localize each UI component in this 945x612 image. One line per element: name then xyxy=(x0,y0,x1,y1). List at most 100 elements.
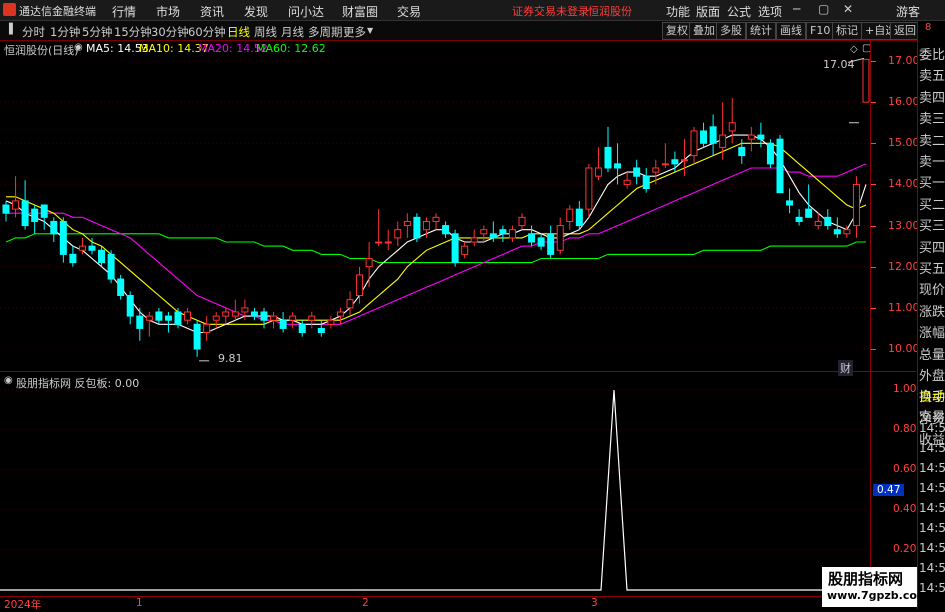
price-tick-label: 15.00 xyxy=(888,136,920,150)
huaxian-button[interactable]: 画线 xyxy=(776,22,806,40)
period-5min[interactable]: 5分钟 xyxy=(82,24,112,40)
biaoji-button[interactable]: 标记 xyxy=(832,22,862,40)
menu-faxian[interactable]: 发现 xyxy=(244,3,268,20)
candle-body xyxy=(40,204,48,218)
candle-body xyxy=(78,245,86,251)
settings-diamond-icon[interactable]: ◇ xyxy=(850,44,858,55)
menu-zixun[interactable]: 资讯 xyxy=(200,3,224,20)
candle-body xyxy=(50,220,58,235)
candle-body xyxy=(442,225,450,235)
menu-gongshi[interactable]: 公式 xyxy=(727,3,751,20)
candle-body xyxy=(174,311,182,325)
tdx-logo-icon xyxy=(3,3,16,16)
quote-field-label: 卖二 xyxy=(919,133,945,149)
candle-body xyxy=(394,229,402,239)
minimize-icon[interactable]: ─ xyxy=(793,2,800,16)
tick-time: 14:56 xyxy=(919,561,945,575)
price-tick-label: 17.00 xyxy=(888,54,920,67)
menu-wenxiaoda[interactable]: 问小达 xyxy=(288,3,324,20)
pane-divider xyxy=(0,371,916,372)
period-60min[interactable]: 60分钟 xyxy=(188,24,226,40)
candle-body xyxy=(317,327,325,334)
menu-hangqing[interactable]: 行情 xyxy=(112,3,136,20)
candle-body xyxy=(31,208,39,222)
period-multi[interactable]: 多周期 xyxy=(308,24,343,40)
candle-body xyxy=(308,315,316,321)
quote-field-label: 买一 xyxy=(919,176,945,192)
menu-jiaoyi[interactable]: 交易 xyxy=(397,3,421,20)
period-day[interactable]: 日线 xyxy=(227,24,250,40)
candle-body xyxy=(814,220,822,227)
candle-body xyxy=(480,229,488,235)
back-button[interactable]: 返回 xyxy=(890,22,920,40)
candle-body xyxy=(279,319,287,329)
sub-indicator-chart[interactable] xyxy=(0,373,870,595)
app-title: 通达信金融终端 xyxy=(19,5,96,18)
candle-body xyxy=(738,146,746,157)
candle-body xyxy=(862,58,870,103)
time-axis xyxy=(0,596,870,610)
period-week[interactable]: 周线 xyxy=(254,24,277,40)
f10-button[interactable]: F10 xyxy=(806,22,835,40)
period-more[interactable]: 更多 xyxy=(343,24,366,40)
price-tick-label: 13.00 xyxy=(888,218,920,232)
candle-body xyxy=(98,249,106,264)
time-label-2024: 2024年 xyxy=(4,599,42,611)
diejia-button[interactable]: 叠加 xyxy=(689,22,719,40)
candle-body xyxy=(747,134,755,140)
price-tick-mark xyxy=(871,184,876,186)
candle-body xyxy=(327,319,335,325)
menu-shichang[interactable]: 市场 xyxy=(156,3,180,20)
menu-bar: 通达信金融终端 行情 市场 资讯 发现 问小达 财富圈 交易 证券交易未登录 恒… xyxy=(0,0,945,21)
candle-body xyxy=(384,241,392,244)
period-month[interactable]: 月线 xyxy=(281,24,304,40)
kline-chart[interactable] xyxy=(0,40,870,370)
time-label-mar: 3 xyxy=(591,597,598,609)
menu-caifuquan[interactable]: 财富圈 xyxy=(342,3,378,20)
period-30min[interactable]: 30分钟 xyxy=(151,24,189,40)
candle-body xyxy=(547,233,555,255)
quote-field-label[interactable]: 自动 xyxy=(919,386,945,405)
period-15min[interactable]: 15分钟 xyxy=(114,24,152,40)
candle-body xyxy=(117,278,125,297)
candle-body xyxy=(537,237,545,247)
quote-field-label: 卖四 xyxy=(919,90,945,106)
candle-body xyxy=(365,257,373,268)
close-icon[interactable]: ✕ xyxy=(843,2,853,16)
period-fenshi[interactable]: 分时 xyxy=(22,24,45,40)
quote-field-label: 买五 xyxy=(919,262,945,277)
user-label[interactable]: 游客 xyxy=(896,3,920,20)
candle-body xyxy=(21,200,29,227)
menu-gongneng[interactable]: 功能 xyxy=(666,3,690,20)
candle-body xyxy=(222,311,230,317)
duogu-button[interactable]: 多股 xyxy=(716,22,746,40)
candle-body xyxy=(470,237,478,243)
sub-tick-label: 0.40 xyxy=(893,503,917,515)
restore-icon[interactable]: ▢ xyxy=(818,2,829,16)
period-1min[interactable]: 1分钟 xyxy=(50,24,80,40)
trade-status[interactable]: 证券交易未登录 xyxy=(512,3,589,19)
candle-body xyxy=(680,159,688,162)
tick-time: 14:56 xyxy=(919,541,945,555)
quote-field-label: 买三 xyxy=(919,219,945,235)
fuquan-button[interactable]: 复权 xyxy=(662,22,692,40)
quote-field-label: 涨跌 xyxy=(919,304,945,320)
more-chevron-icon[interactable]: ▼ xyxy=(367,26,373,35)
menu-banmian[interactable]: 版面 xyxy=(696,3,720,20)
tick-time: 14:56 xyxy=(919,421,945,435)
candle-body xyxy=(413,216,421,239)
candle-body xyxy=(852,183,860,227)
candle-body xyxy=(614,163,622,169)
finance-marker[interactable]: 财 xyxy=(838,360,853,376)
quote-field-label: 外盘 xyxy=(919,369,945,384)
candle-body xyxy=(59,220,67,255)
candle-body xyxy=(336,311,344,317)
price-tick-label: 11.00 xyxy=(888,300,920,314)
tongji-button[interactable]: 统计 xyxy=(746,22,776,40)
candle-body xyxy=(88,245,96,251)
price-tick-mark xyxy=(871,102,876,104)
candle-body xyxy=(776,138,784,194)
menu-xuanxiang[interactable]: 选项 xyxy=(758,3,782,20)
candle-body xyxy=(642,175,650,190)
candle-body xyxy=(556,225,564,251)
